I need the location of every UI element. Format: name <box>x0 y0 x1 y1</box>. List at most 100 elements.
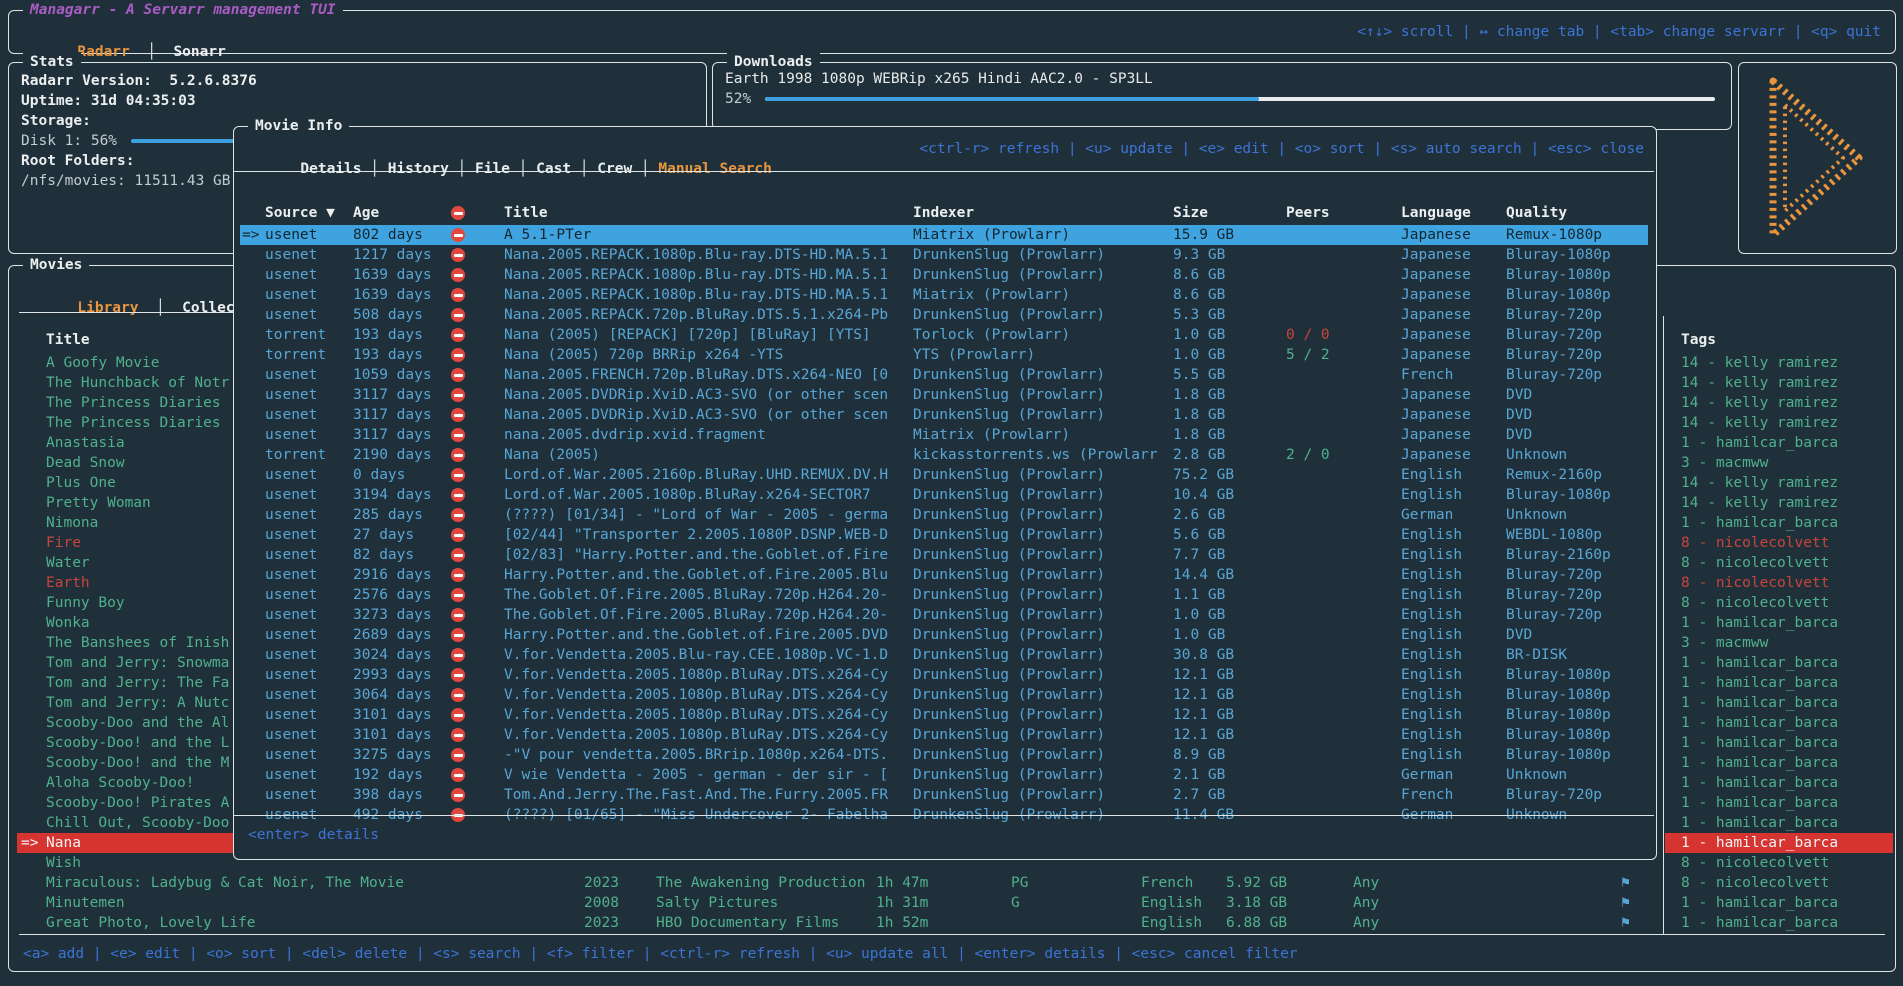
tab-history[interactable]: History <box>388 161 449 177</box>
download-item: Earth 1998 1080p WEBRip x265 Hindi AAC2.… <box>725 69 1153 89</box>
movie-list-item[interactable]: Scooby-Doo! and the L <box>46 733 229 753</box>
result-source-cell: usenet <box>265 225 317 245</box>
col-language[interactable]: Language <box>1401 203 1471 223</box>
movie-list-item[interactable]: Minutemen <box>46 893 125 913</box>
result-language-cell: English <box>1401 745 1462 765</box>
movie-list-item[interactable]: Miraculous: Ladybug & Cat Noir, The Movi… <box>46 873 404 893</box>
no-entry-icon <box>451 588 465 602</box>
result-language-cell: English <box>1401 525 1462 545</box>
movie-list-item[interactable]: Fire <box>46 533 81 553</box>
download-progress-fill <box>765 97 1259 101</box>
col-age[interactable]: Age <box>353 203 379 223</box>
movie-list-item[interactable]: The Princess Diaries <box>46 413 221 433</box>
col-peers[interactable]: Peers <box>1286 203 1330 223</box>
movie-list-item[interactable]: Tom and Jerry: Snowma <box>46 653 229 673</box>
result-age-cell: 193 days <box>353 345 423 365</box>
result-title-cell: Nana.2005.DVDRip.XviD.AC3-SVO (or other … <box>504 405 888 425</box>
movies-tags-header: Tags <box>1681 330 1716 350</box>
col-quality[interactable]: Quality <box>1506 203 1567 223</box>
result-source-cell: usenet <box>265 285 317 305</box>
result-size-cell: 15.9 GB <box>1173 225 1234 245</box>
tab-cast[interactable]: Cast <box>536 161 571 177</box>
col-source[interactable]: Source <box>265 205 317 221</box>
movie-tag-cell: 1 - hamilcar_barca <box>1681 913 1838 933</box>
movie-list-item[interactable]: Nimona <box>46 513 98 533</box>
result-size-cell: 1.1 GB <box>1173 585 1225 605</box>
no-entry-icon <box>451 628 465 642</box>
tab-library[interactable]: Library <box>77 300 138 316</box>
result-indexer-cell: DrunkenSlug (Prowlarr) <box>913 645 1105 665</box>
download-progress-bar <box>765 97 1715 101</box>
movie-tag-cell: 8 - nicolecolvett <box>1681 873 1829 893</box>
result-age-cell: 27 days <box>353 525 414 545</box>
movie-list-item[interactable]: Great Photo, Lovely Life <box>46 913 256 933</box>
result-title-cell: A 5.1-PTer <box>504 225 591 245</box>
result-size-cell: 1.0 GB <box>1173 605 1225 625</box>
movie-list-item[interactable]: A Goofy Movie <box>46 353 160 373</box>
movie-list-item[interactable]: Wonka <box>46 613 90 633</box>
movie-list-item[interactable]: Tom and Jerry: The Fa <box>46 673 229 693</box>
disk-label: Disk 1: 56% <box>21 131 117 151</box>
movie-list-item[interactable]: Tom and Jerry: A Nutc <box>46 693 229 713</box>
result-age-cell: 285 days <box>353 505 423 525</box>
movie-list-item[interactable]: Plus One <box>46 473 116 493</box>
no-entry-icon <box>451 248 465 262</box>
movie-list-item[interactable]: The Princess Diaries <box>46 393 221 413</box>
result-age-cell: 3275 days <box>353 745 432 765</box>
movie-list-item[interactable]: Scooby-Doo and the Al <box>46 713 229 733</box>
movie-list-item[interactable]: Aloha Scooby-Doo! <box>46 773 194 793</box>
result-source-cell: usenet <box>265 785 317 805</box>
movie-list-item[interactable]: Anastasia <box>46 433 125 453</box>
result-language-cell: French <box>1401 365 1453 385</box>
managarr-terminal: Managarr - A Servarr management TUI Rada… <box>0 0 1903 986</box>
movie-list-item[interactable]: Scooby-Doo! and the M <box>46 753 229 773</box>
result-title-cell: V.for.Vendetta.2005.1080p.BluRay.DTS.x26… <box>504 725 888 745</box>
movie-list-item[interactable]: Scooby-Doo! Pirates A <box>46 793 229 813</box>
movie-tag-cell: 1 - hamilcar_barca <box>1681 753 1838 773</box>
movie-tag-cell: 14 - kelly ramirez <box>1681 413 1838 433</box>
movie-tag-cell: 8 - nicolecolvett <box>1681 853 1829 873</box>
tab-details[interactable]: Details <box>300 161 361 177</box>
movie-year-cell: 2023 <box>584 913 619 933</box>
movie-list-item[interactable]: Nana <box>46 833 81 853</box>
result-quality-cell: Bluray-1080p <box>1506 725 1611 745</box>
result-language-cell: English <box>1401 725 1462 745</box>
tab-crew[interactable]: Crew <box>597 161 632 177</box>
movie-list-item[interactable]: The Hunchback of Notr <box>46 373 229 393</box>
movie-language-cell: English <box>1141 893 1202 913</box>
no-entry-icon <box>451 708 465 722</box>
result-language-cell: Japanese <box>1401 425 1471 445</box>
result-size-cell: 2.7 GB <box>1173 785 1225 805</box>
result-language-cell: Japanese <box>1401 345 1471 365</box>
movie-list-item[interactable]: Water <box>46 553 90 573</box>
movie-list-item[interactable]: Earth <box>46 573 90 593</box>
result-age-cell: 3101 days <box>353 705 432 725</box>
col-indexer[interactable]: Indexer <box>913 203 974 223</box>
tab-radarr[interactable]: Radarr <box>77 44 129 60</box>
movie-size-cell: 5.92 GB <box>1226 873 1287 893</box>
result-language-cell: German <box>1401 505 1453 525</box>
movie-list-item[interactable]: Chill Out, Scooby-Doo <box>46 813 229 833</box>
col-size[interactable]: Size <box>1173 203 1208 223</box>
tab-sonarr[interactable]: Sonarr <box>173 44 225 60</box>
result-quality-cell: Remux-1080p <box>1506 225 1602 245</box>
result-language-cell: Japanese <box>1401 405 1471 425</box>
result-language-cell: English <box>1401 625 1462 645</box>
result-source-cell: usenet <box>265 305 317 325</box>
movie-tag-cell: 8 - nicolecolvett <box>1681 553 1829 573</box>
col-title[interactable]: Title <box>504 203 548 223</box>
result-title-cell: Nana.2005.REPACK.1080p.Blu-ray.DTS-HD.MA… <box>504 285 888 305</box>
movie-tag-cell: 1 - hamilcar_barca <box>1681 893 1838 913</box>
movie-list-item[interactable]: Dead Snow <box>46 453 125 473</box>
movie-list-item[interactable]: Wish <box>46 853 81 873</box>
movie-list-item[interactable]: Funny Boy <box>46 593 125 613</box>
no-entry-icon <box>451 206 465 220</box>
modal-footer-help: <enter> details <box>248 825 379 845</box>
tab-separator: │ <box>130 44 174 60</box>
movie-list-item[interactable]: The Banshees of Inish <box>46 633 229 653</box>
tab-file[interactable]: File <box>475 161 510 177</box>
result-indexer-cell: Miatrix (Prowlarr) <box>913 285 1070 305</box>
tab-manual-search[interactable]: Manual Search <box>658 161 772 177</box>
result-quality-cell: Bluray-1080p <box>1506 705 1611 725</box>
movie-list-item[interactable]: Pretty Woman <box>46 493 151 513</box>
